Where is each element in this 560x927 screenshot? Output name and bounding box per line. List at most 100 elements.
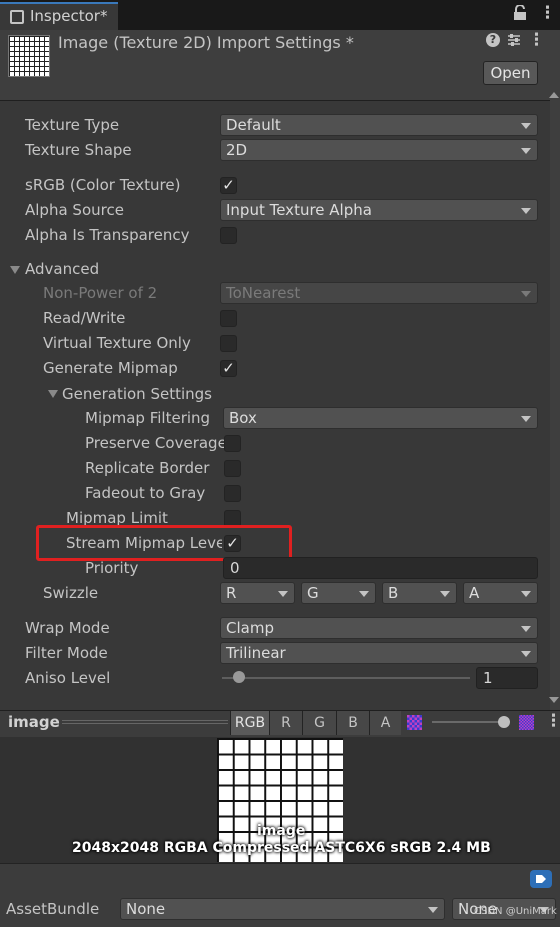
aniso-level-slider-track[interactable] [222,677,470,679]
priority-label: Priority [85,559,139,577]
more-menu-icon[interactable]: ⋮ [539,3,556,23]
texture-type-label: Texture Type [25,116,120,134]
advanced-foldout-label[interactable]: Advanced [25,260,99,278]
alpha-is-transparency-label: Alpha Is Transparency [25,226,190,244]
wrap-mode-value: Clamp [226,619,274,637]
chevron-down-icon [428,907,438,913]
chevron-down-icon [278,591,288,597]
preserve-coverage-label: Preserve Coverage [85,434,227,452]
texture-type-dropdown[interactable]: Default [220,114,538,136]
mipmap-filtering-dropdown[interactable]: Box [223,407,538,429]
channel-rgb-button[interactable]: RGB [230,711,269,735]
channel-g-button[interactable]: G [302,711,336,735]
header-menu-icon[interactable]: ⋮ [528,30,545,50]
preset-icon[interactable] [507,33,521,51]
assetbundle-label: AssetBundle [6,900,100,918]
alpha-source-dropdown[interactable]: Input Texture Alpha [220,199,538,221]
open-button[interactable]: Open [483,61,538,85]
mip-slider-track[interactable] [432,721,504,723]
chevron-down-icon [521,626,531,632]
scroll-up-icon[interactable] [549,92,559,98]
non-power-of-2-label: Non-Power of 2 [43,284,158,302]
chevron-down-icon [521,651,531,657]
texture-shape-dropdown[interactable]: 2D [220,139,538,161]
aniso-level-label: Aniso Level [25,669,111,687]
help-icon[interactable]: ? [486,33,500,47]
preview-image-label: image [257,823,306,839]
generation-settings-label[interactable]: Generation Settings [62,385,212,403]
virtual-texture-only-checkbox[interactable] [220,335,237,352]
chevron-down-icon [521,208,531,214]
preview-drag-handle[interactable] [62,720,228,724]
texture-shape-value: 2D [226,141,248,159]
mip-small-icon [407,715,422,730]
srgb-label: sRGB (Color Texture) [25,176,181,194]
chevron-down-icon [521,148,531,154]
read-write-checkbox[interactable] [220,310,237,327]
filter-mode-label: Filter Mode [25,644,108,662]
channel-a-button[interactable]: A [369,711,401,735]
scrollbar[interactable] [550,100,560,710]
alpha-source-label: Alpha Source [25,201,124,219]
label-tag-icon[interactable] [530,870,552,888]
page-title: Image (Texture 2D) Import Settings * [58,33,354,52]
assetbundle-name-dropdown[interactable]: None [120,898,445,920]
non-power-of-2-dropdown: ToNearest [220,282,538,304]
alpha-source-value: Input Texture Alpha [226,201,372,219]
wrap-mode-label: Wrap Mode [25,619,110,637]
swizzle-a-value: A [469,584,480,602]
aniso-level-field[interactable]: 1 [476,667,538,689]
filter-mode-value: Trilinear [226,644,286,662]
swizzle-a-dropdown[interactable]: A [463,582,538,604]
chevron-down-icon [521,123,531,129]
watermark: CSDN @UniMark [474,906,557,917]
mip-large-icon [519,715,534,730]
texture-shape-label: Texture Shape [25,141,132,159]
channel-r-button[interactable]: R [269,711,302,735]
swizzle-r-dropdown[interactable]: R [220,582,295,604]
alpha-is-transparency-checkbox[interactable] [220,227,237,244]
virtual-texture-only-label: Virtual Texture Only [43,334,191,352]
aniso-level-slider-thumb[interactable] [233,671,246,683]
swizzle-g-dropdown[interactable]: G [301,582,376,604]
assetbundle-name-value: None [126,900,166,918]
mip-slider-thumb[interactable] [498,716,510,728]
preview-info: 2048x2048 RGBA Compressed ASTC6X6 sRGB 2… [72,840,491,856]
chevron-down-icon [521,416,531,422]
advanced-foldout-icon[interactable] [10,266,20,274]
wrap-mode-dropdown[interactable]: Clamp [220,617,538,639]
filter-mode-dropdown[interactable]: Trilinear [220,642,538,664]
generate-mipmap-checkbox[interactable]: ✓ [220,360,237,377]
swizzle-r-value: R [226,584,237,602]
tab-inspector[interactable]: Inspector* [0,2,118,30]
highlight-box [36,525,292,561]
replicate-border-checkbox[interactable] [224,460,241,477]
chevron-down-icon [440,591,450,597]
generate-mipmap-label: Generate Mipmap [43,359,178,377]
preserve-coverage-checkbox[interactable] [224,435,241,452]
swizzle-b-value: B [388,584,399,602]
mipmap-filtering-value: Box [229,409,257,427]
replicate-border-label: Replicate Border [85,459,210,477]
fadeout-to-gray-label: Fadeout to Gray [85,484,206,502]
preview-name: image [8,713,60,731]
lock-icon[interactable] [513,4,527,25]
channel-b-button[interactable]: B [336,711,369,735]
mipmap-filtering-label: Mipmap Filtering [85,409,211,427]
read-write-label: Read/Write [43,309,126,327]
chevron-down-icon [359,591,369,597]
chevron-down-icon [521,291,531,297]
chevron-down-icon [521,591,531,597]
inspector-icon [10,10,24,24]
srgb-checkbox[interactable]: ✓ [220,177,237,194]
tab-inspector-label: Inspector* [30,7,108,25]
non-power-of-2-value: ToNearest [226,284,301,302]
priority-field[interactable]: 0 [223,557,538,579]
fadeout-to-gray-checkbox[interactable] [224,485,241,502]
generation-settings-foldout-icon[interactable] [48,390,58,398]
scroll-down-icon[interactable] [549,697,559,703]
texture-type-value: Default [226,116,281,134]
preview-menu-icon[interactable]: ⋮ [545,711,560,731]
swizzle-b-dropdown[interactable]: B [382,582,457,604]
swizzle-label: Swizzle [43,584,99,602]
